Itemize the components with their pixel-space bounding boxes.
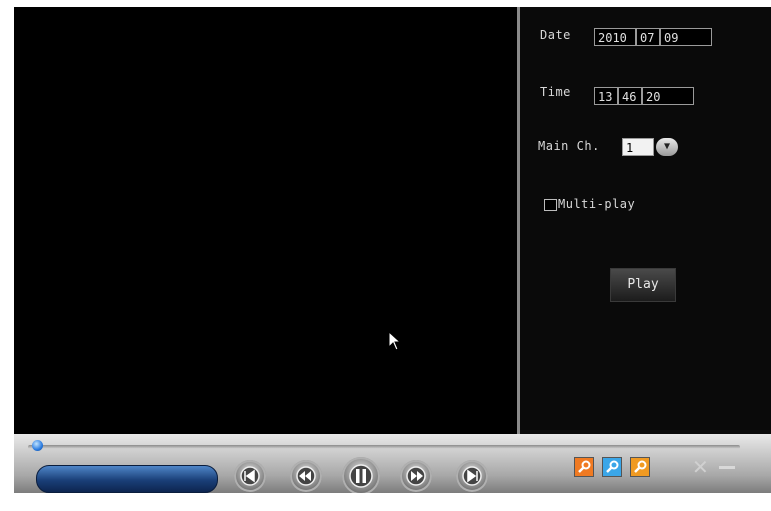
skip-forward-icon bbox=[462, 466, 482, 486]
mouse-pointer-icon bbox=[388, 331, 402, 351]
date-label: Date bbox=[540, 28, 571, 42]
multi-play-checkbox[interactable] bbox=[544, 199, 557, 211]
step-forward-button[interactable] bbox=[456, 460, 488, 492]
main-ch-select[interactable]: 1 bbox=[622, 138, 654, 156]
video-display[interactable] bbox=[14, 7, 517, 434]
time-hour-field[interactable]: 13 bbox=[594, 87, 618, 105]
zoom-button-1[interactable] bbox=[574, 457, 594, 477]
playback-controls: ✕ bbox=[14, 434, 771, 493]
zoom-icon bbox=[606, 460, 619, 473]
progress-handle[interactable] bbox=[32, 440, 43, 451]
step-back-button[interactable] bbox=[234, 460, 266, 492]
date-day-field[interactable]: 09 bbox=[660, 28, 712, 46]
fast-forward-icon bbox=[406, 466, 426, 486]
fast-forward-button[interactable] bbox=[400, 460, 432, 492]
playback-window: Date 2010 07 09 Time 13 46 20 Main Ch. 1… bbox=[14, 7, 771, 493]
zoom-button-2[interactable] bbox=[602, 457, 622, 477]
status-pill bbox=[36, 465, 218, 493]
minimize-icon[interactable] bbox=[719, 466, 735, 469]
play-button[interactable]: Play bbox=[610, 268, 676, 302]
close-icon[interactable]: ✕ bbox=[692, 455, 709, 479]
zoom-icon bbox=[578, 460, 591, 473]
chevron-down-icon[interactable]: ▼ bbox=[656, 138, 678, 156]
pause-icon bbox=[349, 464, 373, 488]
main-ch-label: Main Ch. bbox=[538, 139, 600, 153]
pause-button[interactable] bbox=[342, 457, 380, 493]
time-label: Time bbox=[540, 85, 571, 99]
date-month-field[interactable]: 07 bbox=[636, 28, 660, 46]
zoom-icon bbox=[634, 460, 647, 473]
search-panel: Date 2010 07 09 Time 13 46 20 Main Ch. 1… bbox=[520, 7, 771, 434]
rewind-icon bbox=[296, 466, 316, 486]
skip-back-icon bbox=[240, 466, 260, 486]
multi-play-label: Multi-play bbox=[558, 197, 636, 211]
time-minute-field[interactable]: 46 bbox=[618, 87, 642, 105]
date-year-field[interactable]: 2010 bbox=[594, 28, 636, 46]
rewind-button[interactable] bbox=[290, 460, 322, 492]
progress-track[interactable] bbox=[28, 445, 740, 449]
zoom-button-3[interactable] bbox=[630, 457, 650, 477]
time-second-field[interactable]: 20 bbox=[642, 87, 694, 105]
